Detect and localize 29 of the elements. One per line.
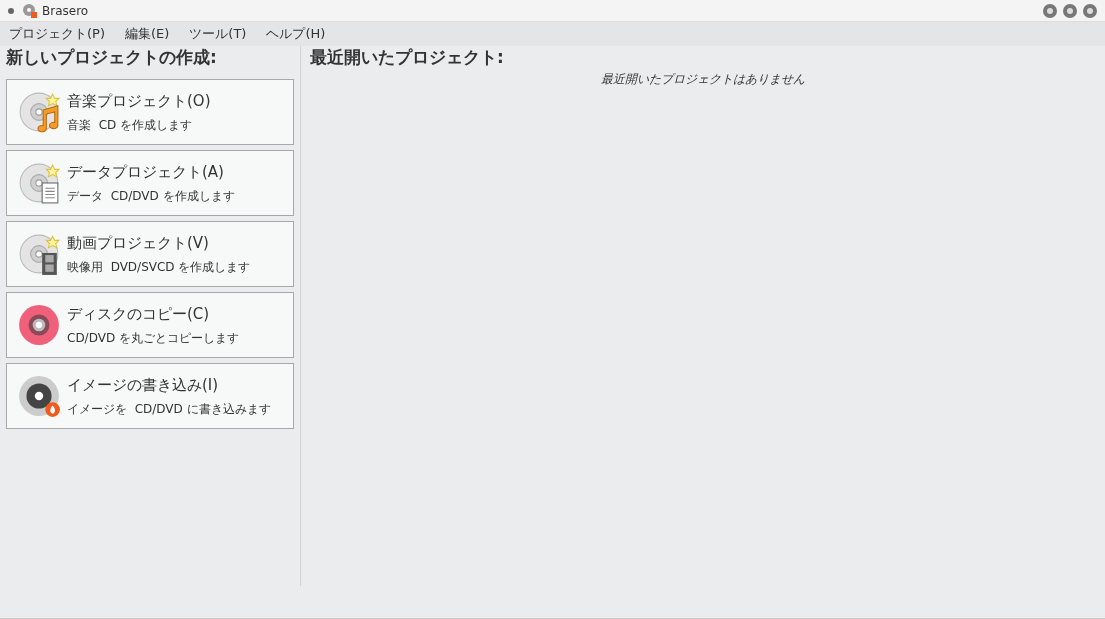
empty-message: 最近開いたプロジェクトはありません — [600, 71, 806, 88]
menu-item[interactable]: プロジェクト(P) — [9, 24, 105, 44]
disc-music-note-icon — [17, 90, 61, 134]
project-description: CD/DVD を丸ごとコピーします — [67, 330, 239, 348]
menu-item[interactable]: ヘルプ(H) — [266, 24, 326, 44]
project-description: データ CD/DVD を作成します — [67, 188, 235, 206]
project-title: データプロジェクト(A) — [67, 161, 225, 183]
menu-item[interactable]: ツール(T) — [189, 24, 247, 44]
disc-document-icon — [17, 161, 61, 205]
project-button[interactable]: データプロジェクト(A) データ CD/DVD を作成します — [6, 150, 294, 216]
project-button[interactable]: 音楽プロジェクト(O) 音楽 CD を作成します — [6, 79, 294, 145]
project-description: イメージを CD/DVD に書き込みます — [67, 401, 271, 419]
disc-icon — [17, 303, 61, 347]
section-heading: 新しいプロジェクトの作成: — [6, 46, 218, 69]
disc-flame-icon — [17, 374, 61, 418]
window-menu-icon[interactable] — [8, 7, 14, 14]
project-description: 音楽 CD を作成します — [67, 117, 194, 135]
project-button[interactable]: 動画プロジェクト(V) 映像用 DVD/SVCD を作成します — [6, 221, 294, 287]
window-title: Brasero — [42, 2, 89, 20]
project-title: 音楽プロジェクト(O) — [67, 90, 211, 112]
project-title: 動画プロジェクト(V) — [67, 232, 210, 254]
disc-film-icon — [17, 232, 61, 276]
project-description: 映像用 DVD/SVCD を作成します — [67, 259, 251, 277]
project-button[interactable]: イメージの書き込み(I) イメージを CD/DVD に書き込みます — [6, 363, 294, 429]
project-title: イメージの書き込み(I) — [67, 374, 220, 396]
project-button[interactable]: ディスクのコピー(C) CD/DVD を丸ごとコピーします — [6, 292, 294, 358]
section-heading: 最近開いたプロジェクト: — [310, 46, 505, 69]
menu-item[interactable]: 編集(E) — [125, 24, 170, 44]
project-title: ディスクのコピー(C) — [67, 303, 211, 325]
